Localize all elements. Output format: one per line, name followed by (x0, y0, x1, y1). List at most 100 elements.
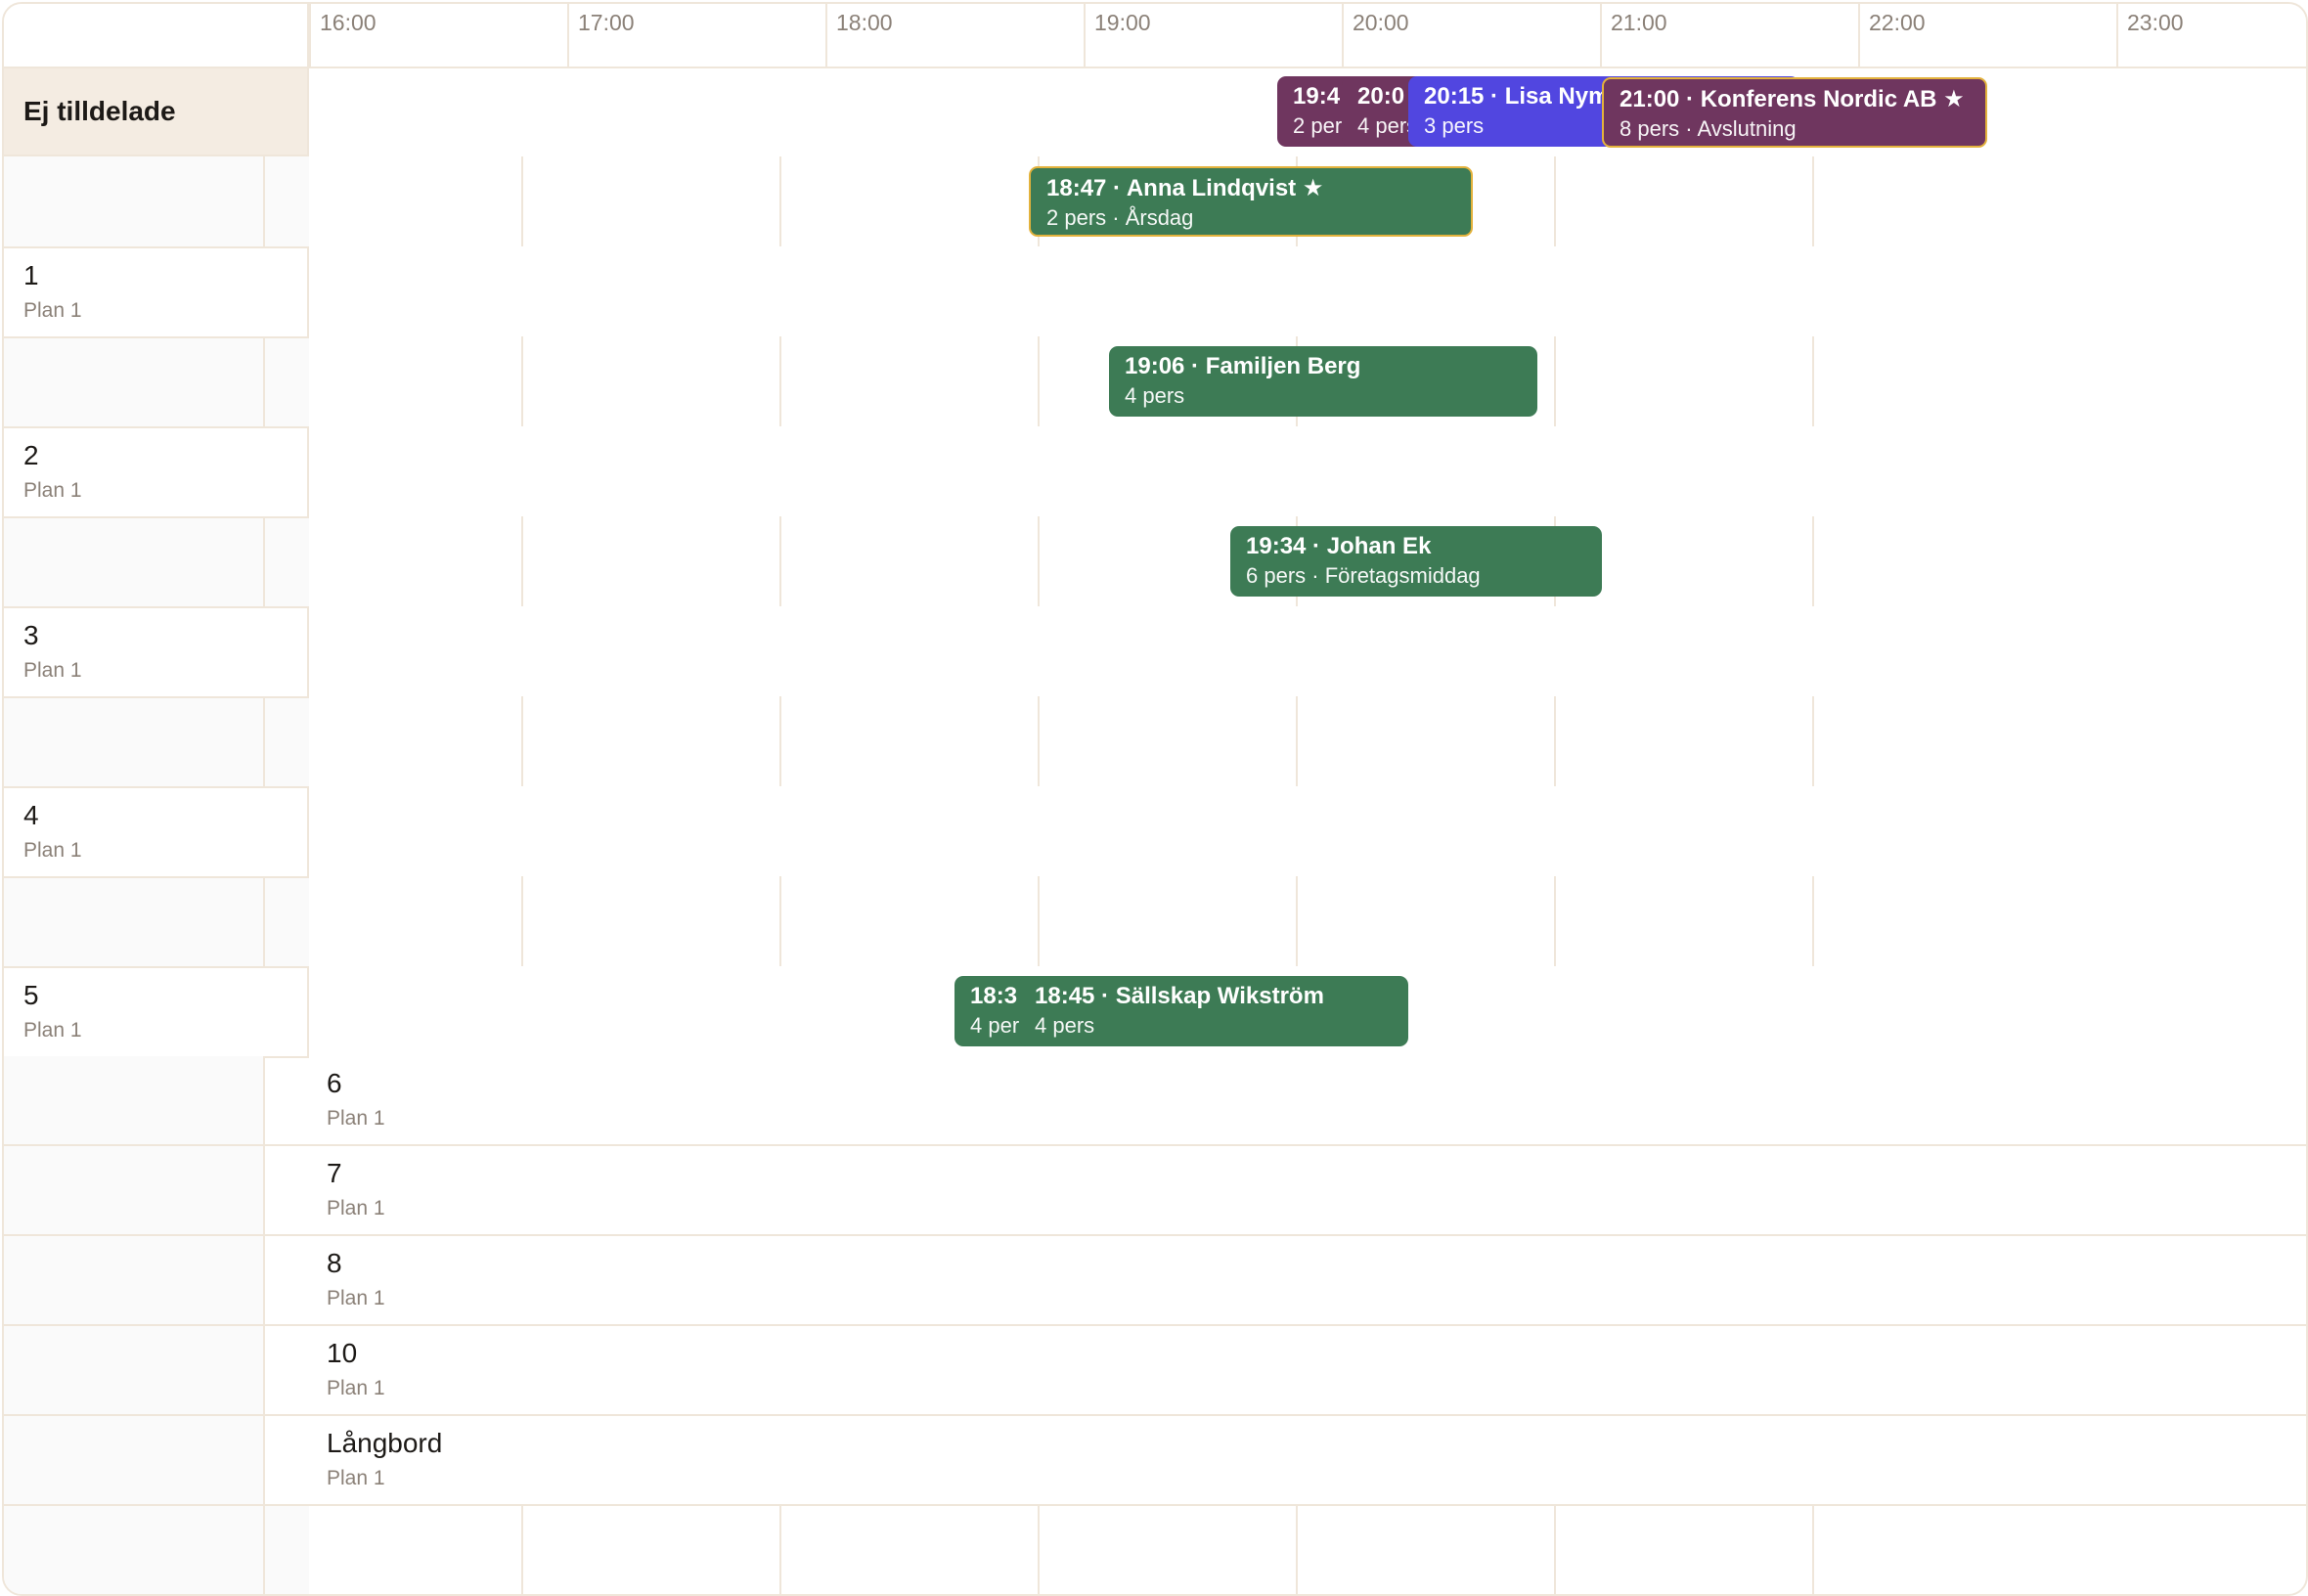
table-row-label[interactable]: 5 Plan 1 (4, 966, 309, 1058)
table-row[interactable]: Långbord Plan 1 (4, 1416, 2306, 1506)
row-gutter (4, 876, 309, 966)
table-plan: Plan 1 (327, 1467, 385, 1489)
grid-line (779, 156, 781, 246)
booking-card-vip[interactable]: 21:00 · Konferens Nordic AB ★ 8 pers · A… (1602, 77, 1987, 148)
booking-card-vip[interactable]: 18:47 · Anna Lindqvist ★ 2 pers · Årsdag (1029, 166, 1473, 237)
booking-title: 21:00 · Konferens Nordic AB ★ (1620, 86, 1965, 112)
time-tick: 16:00 (309, 4, 567, 66)
booking-title: 18:47 · Anna Lindqvist ★ (1046, 175, 1324, 201)
row-gutter (4, 1416, 265, 1504)
table-name: 2 (23, 440, 39, 470)
table-plan: Plan 1 (327, 1197, 385, 1219)
table-row[interactable]: 6 Plan 1 (4, 1056, 2306, 1146)
table-name: 4 (23, 800, 39, 830)
header-corner (4, 4, 309, 66)
row-gutter (4, 336, 309, 426)
row-gutter (4, 1236, 265, 1324)
booking-details: 6 pers · Företagsmiddag (1246, 563, 1481, 588)
table-row[interactable]: 7 Plan 1 (4, 1146, 2306, 1236)
grid-line (779, 516, 781, 606)
table-name: 8 (327, 1248, 342, 1278)
table-plan: Plan 1 (23, 299, 82, 322)
table-plan: Plan 1 (23, 839, 82, 862)
grid-line (521, 696, 523, 786)
booking-card[interactable]: 19:06 · Familjen Berg 4 pers (1109, 346, 1537, 417)
grid-line (779, 876, 781, 966)
booking-details: 4 pers (1125, 383, 1185, 408)
table-row-label[interactable]: 4 Plan 1 (4, 786, 309, 878)
row-gutter (4, 1056, 265, 1144)
grid-line (521, 336, 523, 426)
table-row[interactable]: 8 Plan 1 (4, 1236, 2306, 1326)
grid-line (1038, 516, 1040, 606)
booking-details: 2 pers · Årsdag (1046, 205, 1194, 230)
booking-title: 19:34 · Johan Ek (1246, 533, 1432, 559)
table-row[interactable]: 10 Plan 1 (4, 1326, 2306, 1416)
grid-line (779, 1506, 781, 1594)
time-tick: 23:00 (2116, 4, 2306, 66)
table-row-label[interactable]: 2 Plan 1 (4, 426, 309, 518)
time-tick: 19:00 (1084, 4, 1342, 66)
booking-card[interactable]: 18:45 · Sällskap Wikström 4 pers (1019, 976, 1408, 1046)
grid-line (1554, 156, 1556, 246)
grid-line (521, 1506, 523, 1594)
time-tick: 20:00 (1342, 4, 1600, 66)
grid-line (1812, 876, 1814, 966)
grid-line (521, 156, 523, 246)
grid-line (1812, 516, 1814, 606)
grid-line (1038, 876, 1040, 966)
time-tick: 18:00 (825, 4, 1084, 66)
table-plan: Plan 1 (23, 1019, 82, 1042)
grid-line (1296, 696, 1298, 786)
grid-line (1812, 696, 1814, 786)
table-row-label[interactable]: 3 Plan 1 (4, 606, 309, 698)
row-gutter (4, 1506, 309, 1594)
table-plan: Plan 1 (327, 1107, 385, 1130)
table-plan: Plan 1 (327, 1377, 385, 1399)
time-tick: 21:00 (1600, 4, 1858, 66)
grid-line (1296, 876, 1298, 966)
grid-line (1038, 336, 1040, 426)
grid-line (1812, 1506, 1814, 1594)
grid-line (779, 336, 781, 426)
table-plan: Plan 1 (23, 659, 82, 682)
time-tick: 22:00 (1858, 4, 2116, 66)
row-gutter (4, 696, 309, 786)
grid-line (521, 876, 523, 966)
grid-line (1038, 696, 1040, 786)
table-row-label[interactable]: 1 Plan 1 (4, 246, 309, 338)
table-name: 1 (23, 260, 39, 290)
booking-title: 18:45 · Sällskap Wikström (1035, 983, 1324, 1009)
time-tick: 17:00 (567, 4, 825, 66)
grid-line (779, 696, 781, 786)
grid-line (1812, 336, 1814, 426)
booking-details: 8 pers · Avslutning (1620, 116, 1797, 141)
table-name: Långbord (327, 1428, 443, 1458)
grid-line (521, 516, 523, 606)
table-plan: Plan 1 (327, 1287, 385, 1309)
grid-line (1554, 1506, 1556, 1594)
booking-title: 19:06 · Familjen Berg (1125, 353, 1361, 379)
table-plan: Plan 1 (23, 479, 82, 502)
row-gutter (4, 1146, 265, 1234)
table-name: 10 (327, 1338, 358, 1368)
grid-line (1554, 336, 1556, 426)
grid-line (1812, 156, 1814, 246)
unassigned-label: Ej tilldelade (23, 96, 176, 126)
table-name: 7 (327, 1158, 342, 1188)
table-name: 5 (23, 980, 39, 1010)
grid-line (1296, 1506, 1298, 1594)
timeline-view: 16:00 17:00 18:00 19:00 20:00 21:00 22:0… (2, 2, 2308, 1596)
row-gutter (4, 516, 309, 606)
unassigned-row-label: Ej tilldelade (4, 66, 309, 156)
booking-details: 4 pers (1035, 1013, 1095, 1038)
grid-line (1038, 1506, 1040, 1594)
table-name: 3 (23, 620, 39, 650)
grid-line (1554, 876, 1556, 966)
row-gutter (4, 156, 309, 246)
row-gutter (4, 1326, 265, 1414)
booking-card[interactable]: 19:34 · Johan Ek 6 pers · Företagsmiddag (1230, 526, 1602, 597)
time-header: 16:00 17:00 18:00 19:00 20:00 21:00 22:0… (4, 4, 2306, 68)
grid-line (1554, 696, 1556, 786)
table-name: 6 (327, 1068, 342, 1098)
